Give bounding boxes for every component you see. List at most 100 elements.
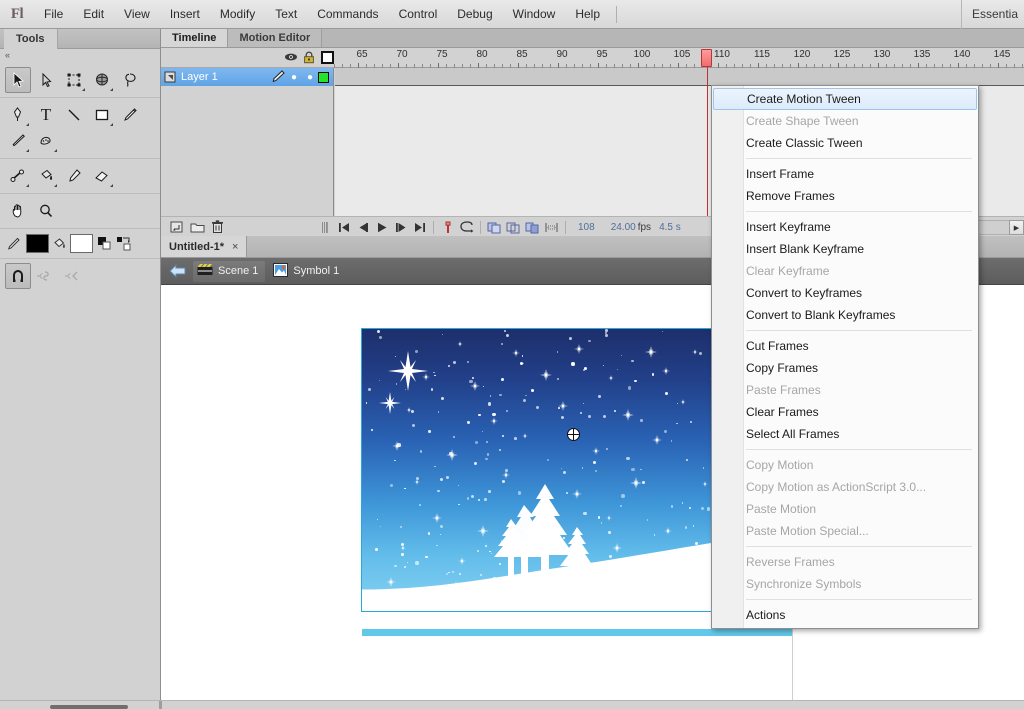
go-to-last-frame-button[interactable] bbox=[410, 219, 429, 236]
context-menu-item-paste-frames: Paste Frames bbox=[746, 383, 821, 397]
play-button[interactable] bbox=[372, 219, 391, 236]
tool-group-drawing: T bbox=[0, 98, 160, 159]
modify-onion-markers-button[interactable] bbox=[542, 219, 561, 236]
context-menu-item-select-all-frames[interactable]: Select All Frames bbox=[712, 423, 978, 445]
hand-tool-button[interactable] bbox=[5, 198, 31, 224]
zoom-tool-button[interactable] bbox=[33, 198, 59, 224]
menu-file[interactable]: File bbox=[34, 0, 73, 29]
delete-layer-button[interactable] bbox=[207, 219, 227, 235]
context-menu-item-create-motion-tween[interactable]: Create Motion Tween bbox=[713, 88, 977, 110]
menu-debug[interactable]: Debug bbox=[447, 0, 502, 29]
lock-icon[interactable] bbox=[303, 51, 315, 67]
line-tool-button[interactable] bbox=[61, 102, 87, 128]
black-and-white-button[interactable] bbox=[97, 236, 112, 251]
text-tool-button[interactable]: T bbox=[33, 102, 59, 128]
playhead-marker[interactable] bbox=[701, 49, 712, 67]
straighten-option-button[interactable] bbox=[61, 263, 87, 289]
document-tab[interactable]: Untitled-1* × bbox=[161, 236, 248, 258]
new-layer-button[interactable] bbox=[167, 219, 187, 235]
sparkle-star bbox=[470, 381, 480, 391]
layer-outline-color-toggle[interactable] bbox=[318, 71, 329, 83]
snowflake bbox=[588, 339, 591, 343]
tool-group-modify bbox=[0, 159, 160, 194]
lasso-tool-button[interactable] bbox=[117, 67, 143, 93]
context-menu-item-remove-frames[interactable]: Remove Frames bbox=[712, 185, 978, 207]
pencil-tool-button[interactable] bbox=[117, 102, 143, 128]
eyedropper-tool-button[interactable] bbox=[61, 163, 87, 189]
center-frame-button[interactable] bbox=[438, 219, 457, 236]
scene-icon bbox=[197, 263, 213, 279]
snowflake bbox=[640, 419, 643, 422]
context-menu-item-create-classic-tween[interactable]: Create Classic Tween bbox=[712, 132, 978, 154]
breadcrumb-symbol-1[interactable]: Symbol 1 bbox=[269, 261, 346, 282]
go-to-first-frame-button[interactable] bbox=[334, 219, 353, 236]
stroke-color-swatch[interactable] bbox=[26, 234, 49, 253]
onion-skin-button[interactable] bbox=[485, 219, 504, 236]
layer-lock-toggle[interactable]: ● bbox=[302, 72, 318, 83]
context-menu-item-insert-blank-keyframe[interactable]: Insert Blank Keyframe bbox=[712, 238, 978, 260]
tab-timeline[interactable]: Timeline bbox=[161, 29, 229, 47]
breadcrumb-scene-1[interactable]: Scene 1 bbox=[193, 260, 266, 282]
menu-commands[interactable]: Commands bbox=[307, 0, 388, 29]
timeline-ruler[interactable]: 65 70 75 80 85 90 95 100 105 110 115 120 125 130 135 14… bbox=[334, 48, 1024, 68]
new-folder-button[interactable] bbox=[187, 219, 207, 235]
free-transform-tool-button[interactable] bbox=[61, 67, 87, 93]
selection-tool-button[interactable] bbox=[5, 67, 31, 93]
frame-context-menu[interactable]: Create Motion Tween Create Shape Tween Cre… bbox=[711, 85, 979, 629]
fill-color-swatch[interactable] bbox=[70, 234, 93, 253]
context-menu-item-actions[interactable]: Actions bbox=[712, 604, 978, 626]
step-forward-one-frame-button[interactable] bbox=[391, 219, 410, 236]
tools-panel-title: Tools bbox=[4, 29, 58, 49]
back-arrow-icon[interactable] bbox=[167, 261, 189, 282]
scroll-right-arrow-icon[interactable]: ▶ bbox=[1009, 220, 1024, 235]
menu-control[interactable]: Control bbox=[389, 0, 448, 29]
menu-edit[interactable]: Edit bbox=[73, 0, 114, 29]
outline-square-icon[interactable] bbox=[321, 51, 334, 67]
close-icon[interactable]: × bbox=[232, 236, 238, 258]
subselection-tool-button[interactable] bbox=[33, 67, 59, 93]
step-back-one-frame-button[interactable] bbox=[353, 219, 372, 236]
menu-view[interactable]: View bbox=[114, 0, 160, 29]
deco-tool-button[interactable] bbox=[33, 128, 59, 154]
rectangle-tool-button[interactable] bbox=[89, 102, 115, 128]
eye-icon[interactable] bbox=[284, 51, 298, 66]
context-menu-item-cut-frames[interactable]: Cut Frames bbox=[712, 335, 978, 357]
menu-window[interactable]: Window bbox=[503, 0, 566, 29]
workspace-switcher[interactable]: Essentia bbox=[960, 0, 1024, 29]
edit-multiple-frames-button[interactable] bbox=[523, 219, 542, 236]
tab-motion-editor[interactable]: Motion Editor bbox=[228, 29, 323, 47]
swap-colors-button[interactable] bbox=[116, 236, 131, 251]
tools-scroll-thumb[interactable] bbox=[50, 705, 128, 709]
menu-modify[interactable]: Modify bbox=[210, 0, 265, 29]
onion-skin-outlines-button[interactable] bbox=[504, 219, 523, 236]
context-menu-item-insert-keyframe[interactable]: Insert Keyframe bbox=[712, 216, 978, 238]
context-menu-item-convert-to-keyframes[interactable]: Convert to Keyframes bbox=[712, 282, 978, 304]
context-menu-item-clear-frames[interactable]: Clear Frames bbox=[712, 401, 978, 423]
context-menu-item-insert-frame[interactable]: Insert Frame bbox=[712, 163, 978, 185]
loop-playback-button[interactable] bbox=[457, 219, 476, 236]
pen-tool-button[interactable] bbox=[5, 102, 31, 128]
brush-tool-button[interactable] bbox=[5, 128, 31, 154]
snowflake bbox=[638, 591, 640, 593]
menu-help[interactable]: Help bbox=[565, 0, 610, 29]
snowflake bbox=[395, 383, 398, 385]
context-menu-item-convert-to-blank-keyframes[interactable]: Convert to Blank Keyframes bbox=[712, 304, 978, 326]
3d-rotation-tool-button[interactable] bbox=[89, 67, 115, 93]
collapse-panel-icon[interactable]: « bbox=[5, 50, 10, 60]
bone-tool-button[interactable] bbox=[5, 163, 31, 189]
layer-visibility-toggle[interactable]: ● bbox=[286, 72, 302, 83]
eraser-tool-button[interactable] bbox=[89, 163, 115, 189]
snap-to-objects-button[interactable] bbox=[5, 263, 31, 289]
smooth-option-button[interactable] bbox=[33, 263, 59, 289]
ruler-label: 95 bbox=[596, 49, 608, 60]
fps-value[interactable]: 24.00 bbox=[603, 222, 638, 233]
snowflake bbox=[560, 415, 564, 419]
bottom-scrollbar-strip[interactable] bbox=[0, 700, 1024, 709]
context-menu-item-copy-frames[interactable]: Copy Frames bbox=[712, 357, 978, 379]
context-menu-item-copy-motion: Copy Motion bbox=[746, 458, 814, 472]
menu-text[interactable]: Text bbox=[265, 0, 307, 29]
menu-insert[interactable]: Insert bbox=[160, 0, 210, 29]
layer-name-label[interactable]: Layer 1 bbox=[179, 71, 270, 83]
paint-bucket-tool-button[interactable] bbox=[33, 163, 59, 189]
layer-row[interactable]: Layer 1 ● ● bbox=[161, 68, 333, 86]
